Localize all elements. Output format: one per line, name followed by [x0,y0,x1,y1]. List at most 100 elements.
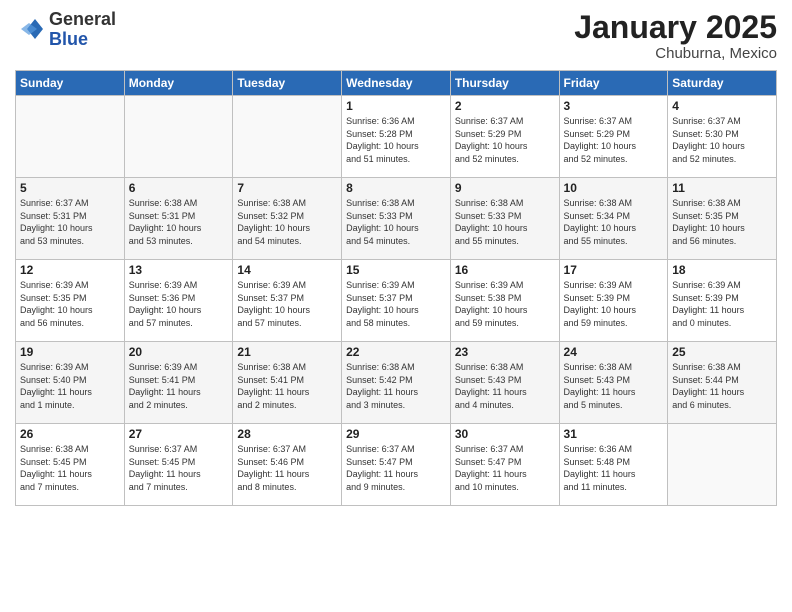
day-info: Sunrise: 6:37 AM Sunset: 5:30 PM Dayligh… [672,115,772,165]
day-info: Sunrise: 6:39 AM Sunset: 5:36 PM Dayligh… [129,279,229,329]
day-number: 1 [346,99,446,113]
day-cell: 2Sunrise: 6:37 AM Sunset: 5:29 PM Daylig… [450,96,559,178]
day-info: Sunrise: 6:38 AM Sunset: 5:34 PM Dayligh… [564,197,664,247]
day-cell [124,96,233,178]
day-cell: 26 Sunrise: 6:38 AM Sunset: 5:45 PM Dayli… [16,424,125,506]
day-cell: 15Sunrise: 6:39 AM Sunset: 5:37 PM Dayli… [342,260,451,342]
day-number: 2 [455,99,555,113]
day-cell: 18 Sunrise: 6:39 AM Sunset: 5:39 PM Dayli… [668,260,777,342]
day-cell: 1 Sunrise: 6:36 AM Sunset: 5:28 PM Daylig… [342,96,451,178]
day-number: 14 [237,263,337,277]
day-header-saturday: Saturday [668,71,777,96]
day-info: Sunrise: 6:37 AM Sunset: 5:47 PM Dayligh… [346,443,446,493]
day-info: Sunrise: 6:38 AM Sunset: 5:32 PM Dayligh… [237,197,337,247]
day-info: Sunrise: 6:37 AM Sunset: 5:45 PM Dayligh… [129,443,229,493]
day-cell: 24 Sunrise: 6:38 AM Sunset: 5:43 PM Dayli… [559,342,668,424]
day-info: Sunrise: 6:38 AM Sunset: 5:42 PM Dayligh… [346,361,446,411]
day-info: Sunrise: 6:38 AM Sunset: 5:31 PM Dayligh… [129,197,229,247]
day-number: 4 [672,99,772,113]
day-info: Sunrise: 6:38 AM Sunset: 5:41 PM Dayligh… [237,361,337,411]
day-cell: 3Sunrise: 6:37 AM Sunset: 5:29 PM Daylig… [559,96,668,178]
day-info: Sunrise: 6:36 AM Sunset: 5:28 PM Dayligh… [346,115,446,165]
day-cell: 4 Sunrise: 6:37 AM Sunset: 5:30 PM Daylig… [668,96,777,178]
day-cell: 30Sunrise: 6:37 AM Sunset: 5:47 PM Dayli… [450,424,559,506]
day-info: Sunrise: 6:38 AM Sunset: 5:45 PM Dayligh… [20,443,120,493]
day-cell: 21 Sunrise: 6:38 AM Sunset: 5:41 PM Dayli… [233,342,342,424]
calendar-subtitle: Chuburna, Mexico [574,45,777,62]
day-cell: 28 Sunrise: 6:37 AM Sunset: 5:46 PM Dayli… [233,424,342,506]
day-info: Sunrise: 6:38 AM Sunset: 5:35 PM Dayligh… [672,197,772,247]
day-cell [668,424,777,506]
day-header-thursday: Thursday [450,71,559,96]
week-row-2: 5 Sunrise: 6:37 AM Sunset: 5:31 PM Daylig… [16,178,777,260]
day-info: Sunrise: 6:39 AM Sunset: 5:37 PM Dayligh… [346,279,446,329]
day-number: 17 [564,263,664,277]
day-info: Sunrise: 6:39 AM Sunset: 5:39 PM Dayligh… [672,279,772,329]
week-row-1: 1 Sunrise: 6:36 AM Sunset: 5:28 PM Daylig… [16,96,777,178]
calendar-table: SundayMondayTuesdayWednesdayThursdayFrid… [15,70,777,506]
day-info: Sunrise: 6:38 AM Sunset: 5:43 PM Dayligh… [455,361,555,411]
logo: General Blue [15,10,116,50]
day-info: Sunrise: 6:38 AM Sunset: 5:44 PM Dayligh… [672,361,772,411]
day-cell: 7 Sunrise: 6:38 AM Sunset: 5:32 PM Daylig… [233,178,342,260]
day-number: 22 [346,345,446,359]
day-cell: 17 Sunrise: 6:39 AM Sunset: 5:39 PM Dayli… [559,260,668,342]
day-number: 12 [20,263,120,277]
day-number: 21 [237,345,337,359]
day-cell: 19Sunrise: 6:39 AM Sunset: 5:40 PM Dayli… [16,342,125,424]
week-row-3: 12 Sunrise: 6:39 AM Sunset: 5:35 PM Dayli… [16,260,777,342]
day-info: Sunrise: 6:39 AM Sunset: 5:40 PM Dayligh… [20,361,120,411]
day-cell: 11 Sunrise: 6:38 AM Sunset: 5:35 PM Dayli… [668,178,777,260]
day-number: 24 [564,345,664,359]
day-cell: 31 Sunrise: 6:36 AM Sunset: 5:48 PM Dayli… [559,424,668,506]
day-cell: 13 Sunrise: 6:39 AM Sunset: 5:36 PM Dayli… [124,260,233,342]
day-number: 13 [129,263,229,277]
day-number: 26 [20,427,120,441]
day-number: 18 [672,263,772,277]
day-number: 8 [346,181,446,195]
day-info: Sunrise: 6:38 AM Sunset: 5:43 PM Dayligh… [564,361,664,411]
day-number: 20 [129,345,229,359]
day-number: 27 [129,427,229,441]
day-number: 5 [20,181,120,195]
day-header-tuesday: Tuesday [233,71,342,96]
day-info: Sunrise: 6:39 AM Sunset: 5:38 PM Dayligh… [455,279,555,329]
day-cell: 6 Sunrise: 6:38 AM Sunset: 5:31 PM Daylig… [124,178,233,260]
day-cell: 9 Sunrise: 6:38 AM Sunset: 5:33 PM Daylig… [450,178,559,260]
day-number: 6 [129,181,229,195]
day-cell: 8 Sunrise: 6:38 AM Sunset: 5:33 PM Daylig… [342,178,451,260]
day-number: 25 [672,345,772,359]
day-number: 11 [672,181,772,195]
day-number: 7 [237,181,337,195]
day-number: 16 [455,263,555,277]
day-number: 30 [455,427,555,441]
day-cell: 10 Sunrise: 6:38 AM Sunset: 5:34 PM Dayli… [559,178,668,260]
day-info: Sunrise: 6:37 AM Sunset: 5:31 PM Dayligh… [20,197,120,247]
day-header-sunday: Sunday [16,71,125,96]
day-number: 29 [346,427,446,441]
day-info: Sunrise: 6:39 AM Sunset: 5:39 PM Dayligh… [564,279,664,329]
logo-icon [15,15,45,45]
day-info: Sunrise: 6:38 AM Sunset: 5:33 PM Dayligh… [455,197,555,247]
day-cell: 29 Sunrise: 6:37 AM Sunset: 5:47 PM Dayli… [342,424,451,506]
day-info: Sunrise: 6:39 AM Sunset: 5:41 PM Dayligh… [129,361,229,411]
day-cell: 16 Sunrise: 6:39 AM Sunset: 5:38 PM Dayli… [450,260,559,342]
day-number: 28 [237,427,337,441]
day-number: 23 [455,345,555,359]
day-number: 3 [564,99,664,113]
day-cell: 27 Sunrise: 6:37 AM Sunset: 5:45 PM Dayli… [124,424,233,506]
day-number: 9 [455,181,555,195]
logo-general: General [49,10,116,30]
day-cell [233,96,342,178]
day-info: Sunrise: 6:36 AM Sunset: 5:48 PM Dayligh… [564,443,664,493]
calendar-title: January 2025 [574,10,777,45]
day-cell: 22 Sunrise: 6:38 AM Sunset: 5:42 PM Dayli… [342,342,451,424]
day-header-monday: Monday [124,71,233,96]
day-number: 10 [564,181,664,195]
day-cell: 12 Sunrise: 6:39 AM Sunset: 5:35 PM Dayli… [16,260,125,342]
day-number: 31 [564,427,664,441]
day-info: Sunrise: 6:39 AM Sunset: 5:35 PM Dayligh… [20,279,120,329]
day-info: Sunrise: 6:37 AM Sunset: 5:46 PM Dayligh… [237,443,337,493]
logo-blue: Blue [49,30,116,50]
day-info: Sunrise: 6:38 AM Sunset: 5:33 PM Dayligh… [346,197,446,247]
